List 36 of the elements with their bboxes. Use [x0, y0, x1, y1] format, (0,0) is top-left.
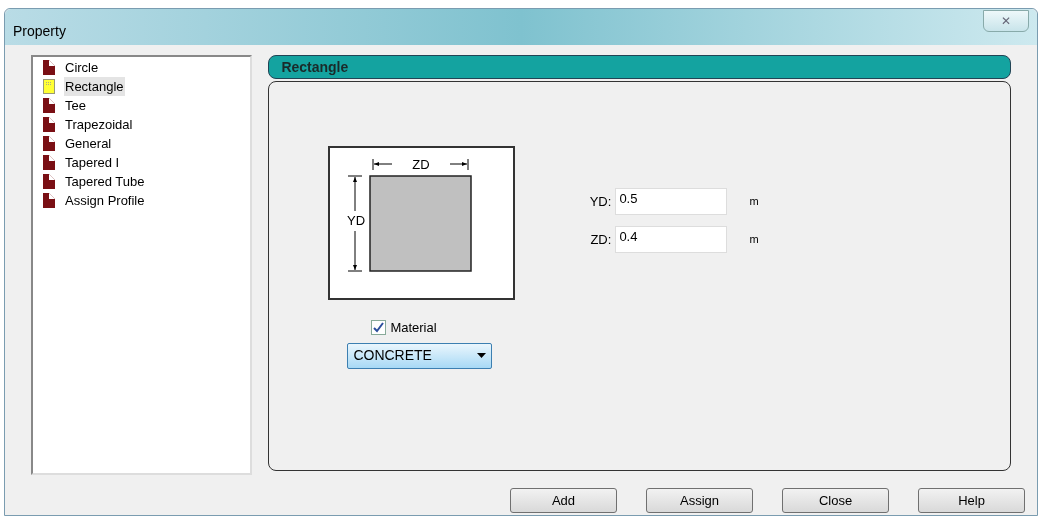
unit-label: m	[749, 232, 759, 248]
close-button[interactable]: ✕	[983, 10, 1029, 32]
width-label: ZD	[412, 157, 431, 172]
height-label: YD	[347, 213, 366, 228]
field-label: ZD:	[589, 230, 613, 249]
profile-list-item[interactable]: Trapezoidal	[64, 114, 134, 135]
unit-label: m	[749, 194, 759, 210]
document-icon	[43, 60, 55, 75]
dropdown-caret-icon	[477, 353, 487, 358]
value-field[interactable]: 0.5	[615, 188, 728, 215]
profile-list-item[interactable]: Tapered Tube	[64, 171, 146, 192]
field-label: YD:	[588, 192, 613, 211]
document-icon	[43, 98, 55, 113]
document-icon	[43, 155, 55, 170]
value-field[interactable]: 0.4	[615, 226, 728, 253]
profile-list-item[interactable]: Tapered I	[64, 152, 121, 173]
document-icon	[43, 136, 55, 151]
document-icon	[43, 117, 55, 132]
section-title: Rectangle	[281, 57, 349, 77]
document-icon	[43, 174, 55, 189]
profile-list-item[interactable]: Rectangle	[64, 76, 125, 97]
profile-list-item[interactable]: Circle	[64, 57, 100, 78]
material-dropdown[interactable]: CONCRETE	[347, 342, 493, 369]
profile-list-item[interactable]: Assign Profile	[64, 190, 146, 211]
dialog-button[interactable]: Add	[510, 488, 617, 513]
material-checkbox[interactable]	[371, 320, 387, 336]
document-icon	[43, 193, 55, 208]
window-title: Property	[13, 22, 66, 41]
selected-profile-icon	[43, 79, 55, 94]
material-label: Material	[390, 319, 437, 337]
profile-list-item[interactable]: Tee	[64, 95, 87, 116]
material-value: CONCRETE	[353, 346, 432, 365]
dialog-button[interactable]: Help	[918, 488, 1025, 513]
dialog-button[interactable]: Close	[782, 488, 889, 513]
profile-list-item[interactable]: General	[64, 133, 113, 154]
dialog-button[interactable]: Assign	[646, 488, 753, 513]
